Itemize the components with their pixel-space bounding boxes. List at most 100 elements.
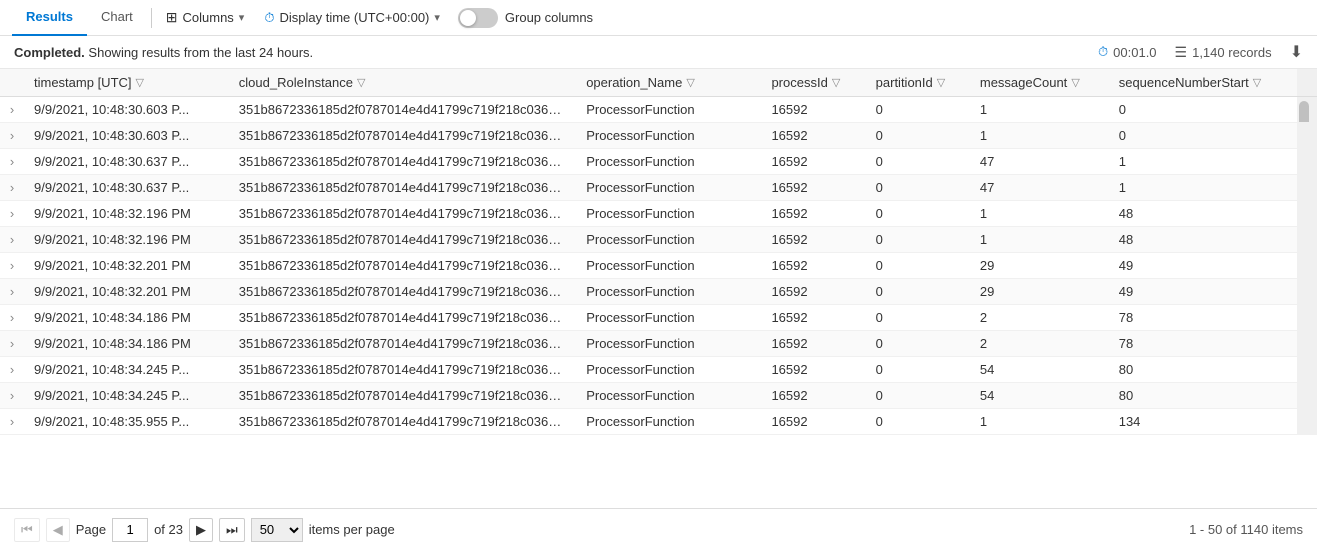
cell-cloud_RoleInstance: 351b8672336185d2f0787014e4d41799c719f218…: [229, 305, 576, 331]
th-operation-name: operation_Name ▽: [576, 69, 761, 97]
cell-messageCount: 1: [970, 201, 1109, 227]
per-page-select[interactable]: 50 100 200: [251, 518, 303, 542]
message-count-filter-icon[interactable]: ▽: [1071, 76, 1079, 89]
table-row[interactable]: ›9/9/2021, 10:48:35.955 P...351b86723361…: [0, 409, 1317, 435]
summary-label: 1 - 50 of 1140 items: [1189, 522, 1303, 537]
last-page-button[interactable]: ⏭: [219, 518, 245, 542]
sequence-num-filter-icon[interactable]: ▽: [1253, 76, 1261, 89]
cell-processId: 16592: [761, 357, 865, 383]
cell-sequenceNumberStart: 49: [1109, 279, 1297, 305]
cell-partitionId: 0: [866, 331, 970, 357]
th-message-count-label: messageCount: [980, 75, 1067, 90]
th-operation-name-label: operation_Name: [586, 75, 682, 90]
columns-button[interactable]: ⊞ Columns ▾: [156, 4, 255, 32]
expand-cell[interactable]: ›: [0, 175, 24, 201]
cell-timestamp: 9/9/2021, 10:48:32.201 PM: [24, 279, 229, 305]
records-item: ☰ 1,140 records: [1175, 44, 1272, 61]
cell-timestamp: 9/9/2021, 10:48:34.186 PM: [24, 305, 229, 331]
display-time-button[interactable]: ⏱ Display time (UTC+00:00) ▾: [254, 4, 450, 32]
table-row[interactable]: ›9/9/2021, 10:48:34.186 PM351b8672336185…: [0, 331, 1317, 357]
group-columns-toggle[interactable]: [458, 8, 498, 28]
cell-partitionId: 0: [866, 227, 970, 253]
page-input[interactable]: [112, 518, 148, 542]
cell-operation_Name: ProcessorFunction: [576, 227, 761, 253]
expand-cell[interactable]: ›: [0, 201, 24, 227]
next-page-button[interactable]: ▶: [189, 518, 213, 542]
duration-icon: ⏱: [1098, 44, 1108, 60]
cell-partitionId: 0: [866, 149, 970, 175]
cell-cloud_RoleInstance: 351b8672336185d2f0787014e4d41799c719f218…: [229, 409, 576, 435]
cell-messageCount: 1: [970, 409, 1109, 435]
toolbar: Results Chart ⊞ Columns ▾ ⏱ Display time…: [0, 0, 1317, 36]
cloud-role-filter-icon[interactable]: ▽: [357, 76, 365, 89]
expand-cell[interactable]: ›: [0, 357, 24, 383]
table-row[interactable]: ›9/9/2021, 10:48:34.186 PM351b8672336185…: [0, 305, 1317, 331]
cell-messageCount: 1: [970, 123, 1109, 149]
cell-sequenceNumberStart: 1: [1109, 175, 1297, 201]
operation-name-filter-icon[interactable]: ▽: [686, 76, 694, 89]
expand-cell[interactable]: ›: [0, 149, 24, 175]
table-row[interactable]: ›9/9/2021, 10:48:30.603 P...351b86723361…: [0, 97, 1317, 123]
process-id-filter-icon[interactable]: ▽: [832, 76, 840, 89]
partition-id-filter-icon[interactable]: ▽: [937, 76, 945, 89]
table-row[interactable]: ›9/9/2021, 10:48:34.245 P...351b86723361…: [0, 383, 1317, 409]
table-row[interactable]: ›9/9/2021, 10:48:32.201 PM351b8672336185…: [0, 253, 1317, 279]
table-row[interactable]: ›9/9/2021, 10:48:30.603 P...351b86723361…: [0, 123, 1317, 149]
scrollbar-cell: [1297, 97, 1317, 123]
scrollbar-cell: [1297, 383, 1317, 409]
export-item[interactable]: ⬇: [1290, 42, 1303, 62]
cell-operation_Name: ProcessorFunction: [576, 175, 761, 201]
expand-cell[interactable]: ›: [0, 253, 24, 279]
status-message: Completed. Showing results from the last…: [14, 45, 313, 60]
table-row[interactable]: ›9/9/2021, 10:48:30.637 P...351b86723361…: [0, 175, 1317, 201]
th-process-id: processId ▽: [761, 69, 865, 97]
expand-cell[interactable]: ›: [0, 97, 24, 123]
scrollbar-cell: [1297, 305, 1317, 331]
table-row[interactable]: ›9/9/2021, 10:48:32.196 PM351b8672336185…: [0, 227, 1317, 253]
table-row[interactable]: ›9/9/2021, 10:48:32.201 PM351b8672336185…: [0, 279, 1317, 305]
columns-btn-label: Columns: [183, 10, 234, 25]
th-sequence-num-label: sequenceNumberStart: [1119, 75, 1249, 90]
table-row[interactable]: ›9/9/2021, 10:48:32.196 PM351b8672336185…: [0, 201, 1317, 227]
scrollbar-cell: [1297, 409, 1317, 435]
expand-cell[interactable]: ›: [0, 123, 24, 149]
records-icon: ☰: [1175, 44, 1188, 61]
tab-divider: [151, 8, 152, 28]
tab-results[interactable]: Results: [12, 0, 87, 36]
group-columns-label: Group columns: [505, 10, 593, 25]
th-scrollbar: [1297, 69, 1317, 97]
status-bar: Completed. Showing results from the last…: [0, 36, 1317, 69]
cell-partitionId: 0: [866, 357, 970, 383]
expand-cell[interactable]: ›: [0, 227, 24, 253]
cell-cloud_RoleInstance: 351b8672336185d2f0787014e4d41799c719f218…: [229, 331, 576, 357]
cell-processId: 16592: [761, 279, 865, 305]
cell-sequenceNumberStart: 1: [1109, 149, 1297, 175]
status-right: ⏱ 00:01.0 ☰ 1,140 records ⬇: [1098, 42, 1303, 62]
prev-page-button[interactable]: ◀: [46, 518, 70, 542]
cell-messageCount: 29: [970, 253, 1109, 279]
cell-cloud_RoleInstance: 351b8672336185d2f0787014e4d41799c719f218…: [229, 201, 576, 227]
expand-cell[interactable]: ›: [0, 331, 24, 357]
timestamp-filter-icon[interactable]: ▽: [136, 76, 144, 89]
expand-cell[interactable]: ›: [0, 409, 24, 435]
table-row[interactable]: ›9/9/2021, 10:48:34.245 P...351b86723361…: [0, 357, 1317, 383]
first-page-button[interactable]: ⏮: [14, 518, 40, 542]
cell-messageCount: 47: [970, 175, 1109, 201]
cell-operation_Name: ProcessorFunction: [576, 253, 761, 279]
cell-operation_Name: ProcessorFunction: [576, 123, 761, 149]
scrollbar-cell: [1297, 253, 1317, 279]
table-row[interactable]: ›9/9/2021, 10:48:30.637 P...351b86723361…: [0, 149, 1317, 175]
table-body: ›9/9/2021, 10:48:30.603 P...351b86723361…: [0, 97, 1317, 435]
expand-cell[interactable]: ›: [0, 279, 24, 305]
cell-cloud_RoleInstance: 351b8672336185d2f0787014e4d41799c719f218…: [229, 253, 576, 279]
scrollbar-cell: [1297, 279, 1317, 305]
status-completed: Completed.: [14, 45, 85, 60]
expand-cell[interactable]: ›: [0, 383, 24, 409]
cell-timestamp: 9/9/2021, 10:48:34.245 P...: [24, 383, 229, 409]
scrollbar-cell: [1297, 357, 1317, 383]
cell-cloud_RoleInstance: 351b8672336185d2f0787014e4d41799c719f218…: [229, 97, 576, 123]
cell-partitionId: 0: [866, 97, 970, 123]
pagination: ⏮ ◀ Page of 23 ▶ ⏭ 50 100 200 items per …: [14, 518, 395, 542]
tab-chart[interactable]: Chart: [87, 0, 147, 36]
expand-cell[interactable]: ›: [0, 305, 24, 331]
